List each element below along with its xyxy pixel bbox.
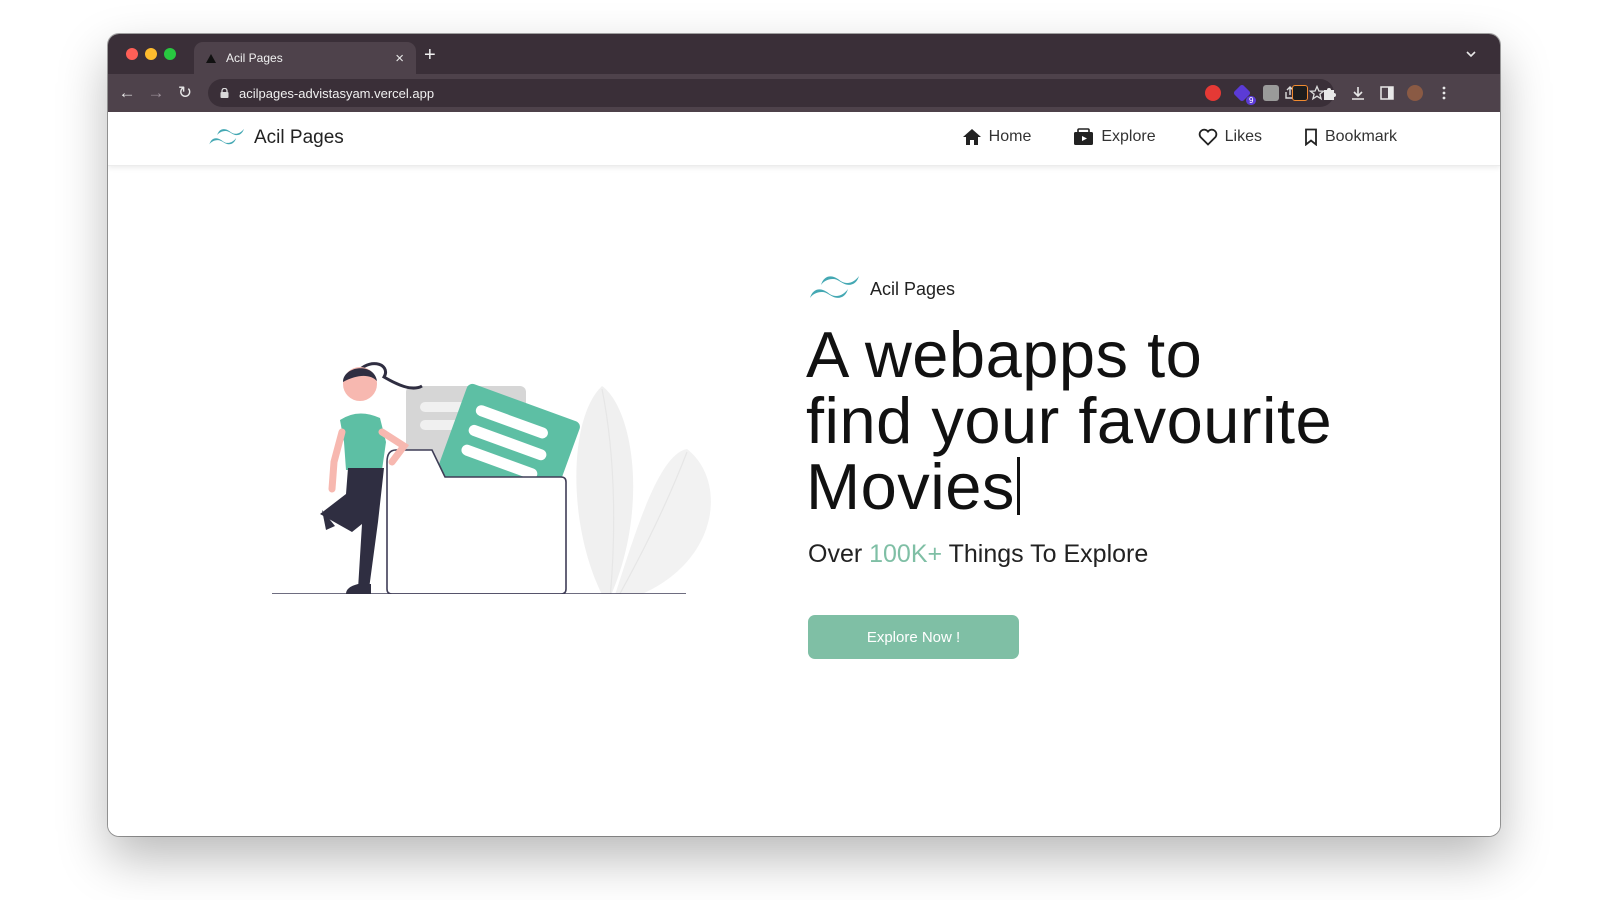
- subhead-prefix: Over: [808, 540, 870, 568]
- screenshot-extension-icon[interactable]: [1263, 85, 1279, 101]
- hero-illustration: [272, 362, 711, 594]
- hero-brand: Acil Pages: [808, 272, 955, 306]
- minimize-window-button[interactable]: [145, 48, 157, 60]
- heart-icon: [1198, 128, 1217, 146]
- ublock-extension-icon[interactable]: [1205, 85, 1221, 101]
- nav-explore[interactable]: Explore: [1073, 128, 1156, 146]
- web-page: Acil Pages Home Explore Likes Bookmark A…: [108, 112, 1500, 836]
- subhead-suffix: Things To Explore: [942, 540, 1149, 568]
- explore-now-button[interactable]: Explore Now !: [808, 615, 1019, 659]
- profile-avatar[interactable]: [1407, 85, 1423, 101]
- puzzle-extensions-icon[interactable]: [1321, 85, 1337, 101]
- tab-title: Acil Pages: [226, 51, 283, 65]
- nav-likes[interactable]: Likes: [1198, 128, 1262, 146]
- tailwind-logo-icon: [209, 128, 244, 145]
- browser-toolbar: ← → ↻ acilpages-advistasyam.vercel.app 9: [108, 74, 1500, 112]
- url-text: acilpages-advistasyam.vercel.app: [239, 85, 435, 101]
- subhead-count: 100K+: [869, 540, 943, 568]
- tab-search-chevron-icon[interactable]: [1464, 47, 1478, 61]
- explore-icon: [1074, 128, 1094, 145]
- kebab-menu-icon[interactable]: [1436, 85, 1452, 101]
- home-icon: [962, 129, 981, 145]
- reload-button[interactable]: ↻: [174, 82, 196, 104]
- bookmark-icon: [1305, 128, 1317, 146]
- brand-link[interactable]: Acil Pages: [208, 125, 344, 151]
- typing-caret: [1016, 457, 1020, 515]
- tab-strip: Acil Pages × +: [108, 34, 1500, 74]
- main-nav: Home Explore Likes Bookmark: [920, 128, 1397, 146]
- nav-home[interactable]: Home: [962, 128, 1032, 146]
- hero-subhead: Over 100K+ Things To Explore: [808, 540, 1148, 569]
- new-tab-button[interactable]: +: [424, 45, 436, 65]
- vercel-favicon-icon: [206, 53, 216, 63]
- brand-name: Acil Pages: [254, 127, 344, 148]
- headline-line-3: Movies: [806, 450, 1015, 523]
- site-navbar: Acil Pages Home Explore Likes Bookmark: [108, 112, 1500, 166]
- close-window-button[interactable]: [126, 48, 138, 60]
- lighthouse-extension-icon[interactable]: [1292, 85, 1308, 101]
- tab-acil-pages[interactable]: Acil Pages ×: [194, 42, 416, 74]
- browser-window: Acil Pages × + ← → ↻ acilpages-advistasy…: [108, 34, 1500, 836]
- side-panel-icon[interactable]: [1379, 85, 1395, 101]
- nav-explore-label: Explore: [1101, 128, 1156, 145]
- nav-home-label: Home: [988, 128, 1032, 145]
- headline-line-1: A webapps to: [806, 318, 1203, 391]
- forward-button[interactable]: →: [145, 82, 167, 104]
- hero-headline: A webapps to find your favourite Movies: [806, 322, 1426, 520]
- back-button[interactable]: ←: [116, 82, 138, 104]
- nav-bookmark[interactable]: Bookmark: [1304, 128, 1397, 146]
- download-icon[interactable]: [1350, 85, 1366, 101]
- nav-likes-label: Likes: [1224, 128, 1262, 145]
- headline-line-2: find your favourite: [806, 384, 1333, 457]
- zoom-window-button[interactable]: [164, 48, 176, 60]
- address-bar[interactable]: acilpages-advistasyam.vercel.app: [208, 79, 1334, 107]
- nav-bookmark-label: Bookmark: [1324, 128, 1397, 145]
- tab-close-icon[interactable]: ×: [395, 51, 404, 66]
- lock-icon: [220, 88, 229, 98]
- hero-brand-name: Acil Pages: [870, 278, 956, 299]
- tailwind-logo-icon: [810, 276, 859, 298]
